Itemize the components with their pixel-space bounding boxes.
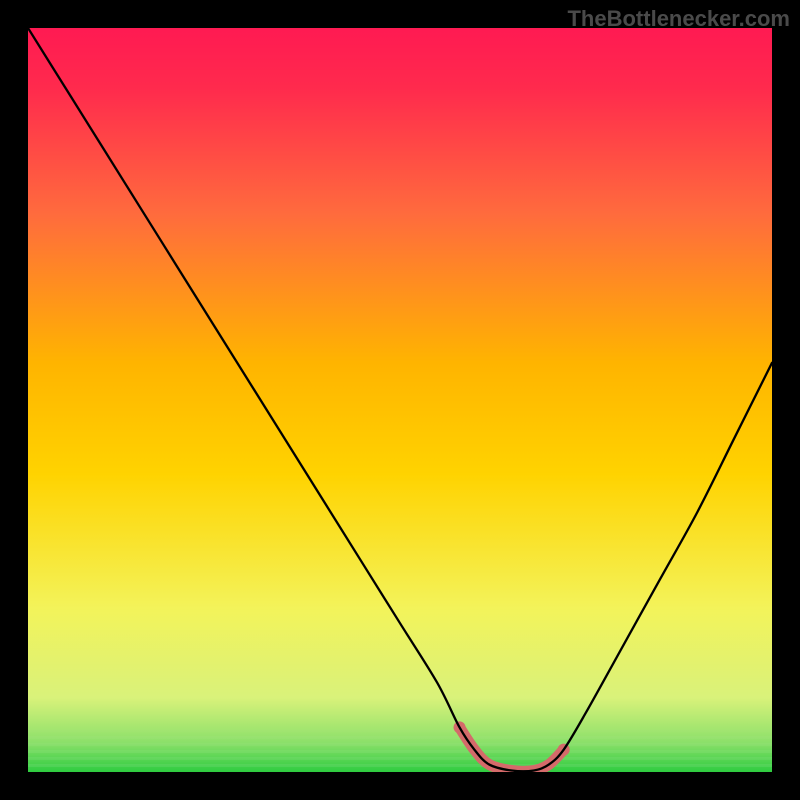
bottom-stripe <box>28 743 772 746</box>
chart-container: TheBottlenecker.com <box>0 0 800 800</box>
gradient-background <box>28 28 772 772</box>
bottom-stripe <box>28 757 772 760</box>
bottom-stripe <box>28 764 772 767</box>
bottom-stripe <box>28 750 772 753</box>
bottleneck-chart <box>28 28 772 772</box>
watermark-text: TheBottlenecker.com <box>567 6 790 32</box>
bottom-stripe <box>28 729 772 732</box>
bottom-stripe <box>28 736 772 739</box>
plot-area <box>28 28 772 772</box>
